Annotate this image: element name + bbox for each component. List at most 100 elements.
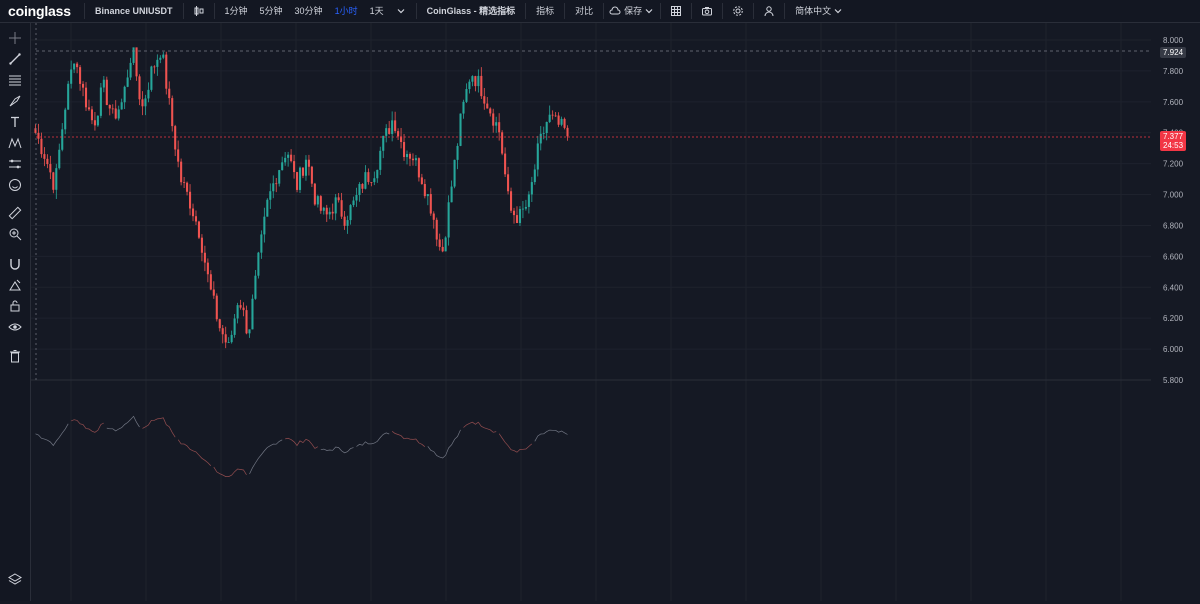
candle-body: [156, 59, 159, 67]
interval-1m[interactable]: 1分钟: [219, 0, 254, 22]
candle-body: [132, 47, 135, 63]
symbol-search-button[interactable]: Binance UNIUSDT: [89, 0, 179, 22]
chart-area[interactable]: 8.0007.8007.6007.4007.2007.0006.8006.600…: [31, 23, 1200, 601]
candle-body: [536, 143, 539, 170]
save-button[interactable]: 保存: [622, 0, 642, 22]
candle-body: [504, 153, 507, 175]
account-button[interactable]: [758, 0, 780, 22]
candle-body: [209, 274, 212, 290]
lock-drawings-tool[interactable]: [6, 276, 24, 294]
candle-body: [260, 234, 263, 253]
candle-body: [284, 157, 287, 163]
interval-1d[interactable]: 1天: [364, 0, 390, 22]
crosshair-tool[interactable]: [6, 29, 24, 47]
candle-body: [269, 191, 272, 200]
candlestick-icon: [194, 6, 204, 16]
zoom-tool[interactable]: [6, 225, 24, 243]
candle-body: [539, 133, 542, 144]
candle-body: [548, 114, 551, 122]
candle-body: [120, 102, 123, 110]
unlock-tool[interactable]: [6, 297, 24, 315]
brush-tool[interactable]: [6, 92, 24, 110]
candle-body: [221, 328, 224, 335]
price-tick-label: 7.600: [1163, 98, 1184, 107]
chevron-down-icon: [397, 9, 405, 14]
interval-30m[interactable]: 30分钟: [289, 0, 329, 22]
candle-body: [215, 295, 218, 320]
prediction-tool[interactable]: [6, 155, 24, 173]
coinglass-logo[interactable]: coinglass: [0, 3, 80, 19]
candle-body: [52, 172, 55, 190]
magnet-tool[interactable]: [6, 255, 24, 273]
candle-body: [153, 66, 156, 68]
interval-dropdown[interactable]: [390, 0, 412, 22]
price-tick-label: 6.000: [1163, 345, 1184, 354]
language-dropdown[interactable]: [831, 0, 845, 22]
candle-body: [111, 108, 114, 110]
emoji-tool[interactable]: [6, 176, 24, 194]
candle-body: [144, 98, 147, 107]
candle-body: [486, 103, 489, 109]
candle-body: [560, 118, 563, 125]
candle-body: [498, 122, 501, 133]
visibility-tool[interactable]: [6, 318, 24, 336]
chevron-down-icon: [834, 9, 842, 14]
candle-body: [141, 99, 144, 107]
chart-type-button[interactable]: [188, 0, 210, 22]
candle-body: [76, 63, 79, 68]
price-tick-label: 5.800: [1163, 376, 1184, 385]
divider: [525, 3, 527, 19]
user-icon: [764, 6, 774, 17]
candle-body: [49, 164, 52, 173]
language-select[interactable]: 简体中文: [789, 0, 831, 22]
layout-button[interactable]: [665, 0, 687, 22]
cloud-save-icon[interactable]: [608, 0, 622, 22]
trendline-tool[interactable]: [6, 50, 24, 68]
indicators-button[interactable]: 指标: [530, 0, 560, 22]
candle-body: [114, 108, 117, 119]
price-axis[interactable]: 8.0007.8007.6007.4007.2007.0006.8006.600…: [1163, 36, 1184, 385]
save-dropdown[interactable]: [642, 0, 656, 22]
candle-body: [489, 108, 492, 114]
interval-1h[interactable]: 1小时: [329, 0, 364, 22]
price-chart[interactable]: 8.0007.8007.6007.4007.2007.0006.8006.600…: [31, 23, 1200, 601]
candle-body: [385, 128, 388, 136]
candle-body: [521, 208, 524, 210]
delete-tool[interactable]: [6, 347, 24, 365]
candle-body: [542, 132, 545, 134]
candle-body: [73, 63, 76, 70]
candle-body: [438, 239, 441, 247]
candle-body: [507, 174, 510, 192]
interval-5m[interactable]: 5分钟: [254, 0, 289, 22]
fib-tool[interactable]: [6, 71, 24, 89]
candle-body: [334, 197, 337, 214]
indicator-line: [498, 433, 533, 453]
candle-body: [554, 115, 557, 117]
candle-body: [99, 87, 102, 116]
grid-layout-icon: [671, 6, 682, 16]
candle-body: [515, 215, 519, 224]
indicator-line: [427, 429, 461, 459]
screenshot-button[interactable]: [696, 0, 718, 22]
compare-button[interactable]: 对比: [569, 0, 599, 22]
zoom-in-icon: [9, 228, 22, 241]
candle-body: [563, 118, 566, 128]
candle-body: [177, 149, 180, 162]
candle-body: [194, 216, 198, 222]
candle-body: [70, 69, 73, 84]
text-tool[interactable]: [6, 113, 24, 131]
candle-body: [358, 184, 361, 196]
price-tick-label: 6.600: [1163, 252, 1184, 261]
candle-body: [206, 262, 209, 275]
pattern-tool[interactable]: [6, 134, 24, 152]
candle-body: [84, 87, 88, 108]
object-tree-tool[interactable]: [6, 570, 24, 588]
candle-body: [79, 67, 82, 84]
candle-body: [512, 210, 516, 216]
indicator-line: [356, 432, 390, 447]
coinglass-indicators-button[interactable]: CoinGlass - 精选指标: [421, 0, 522, 22]
ruler-tool[interactable]: [6, 204, 24, 222]
candle-body: [254, 275, 257, 299]
settings-button[interactable]: [727, 0, 749, 22]
candle-body: [533, 169, 536, 183]
